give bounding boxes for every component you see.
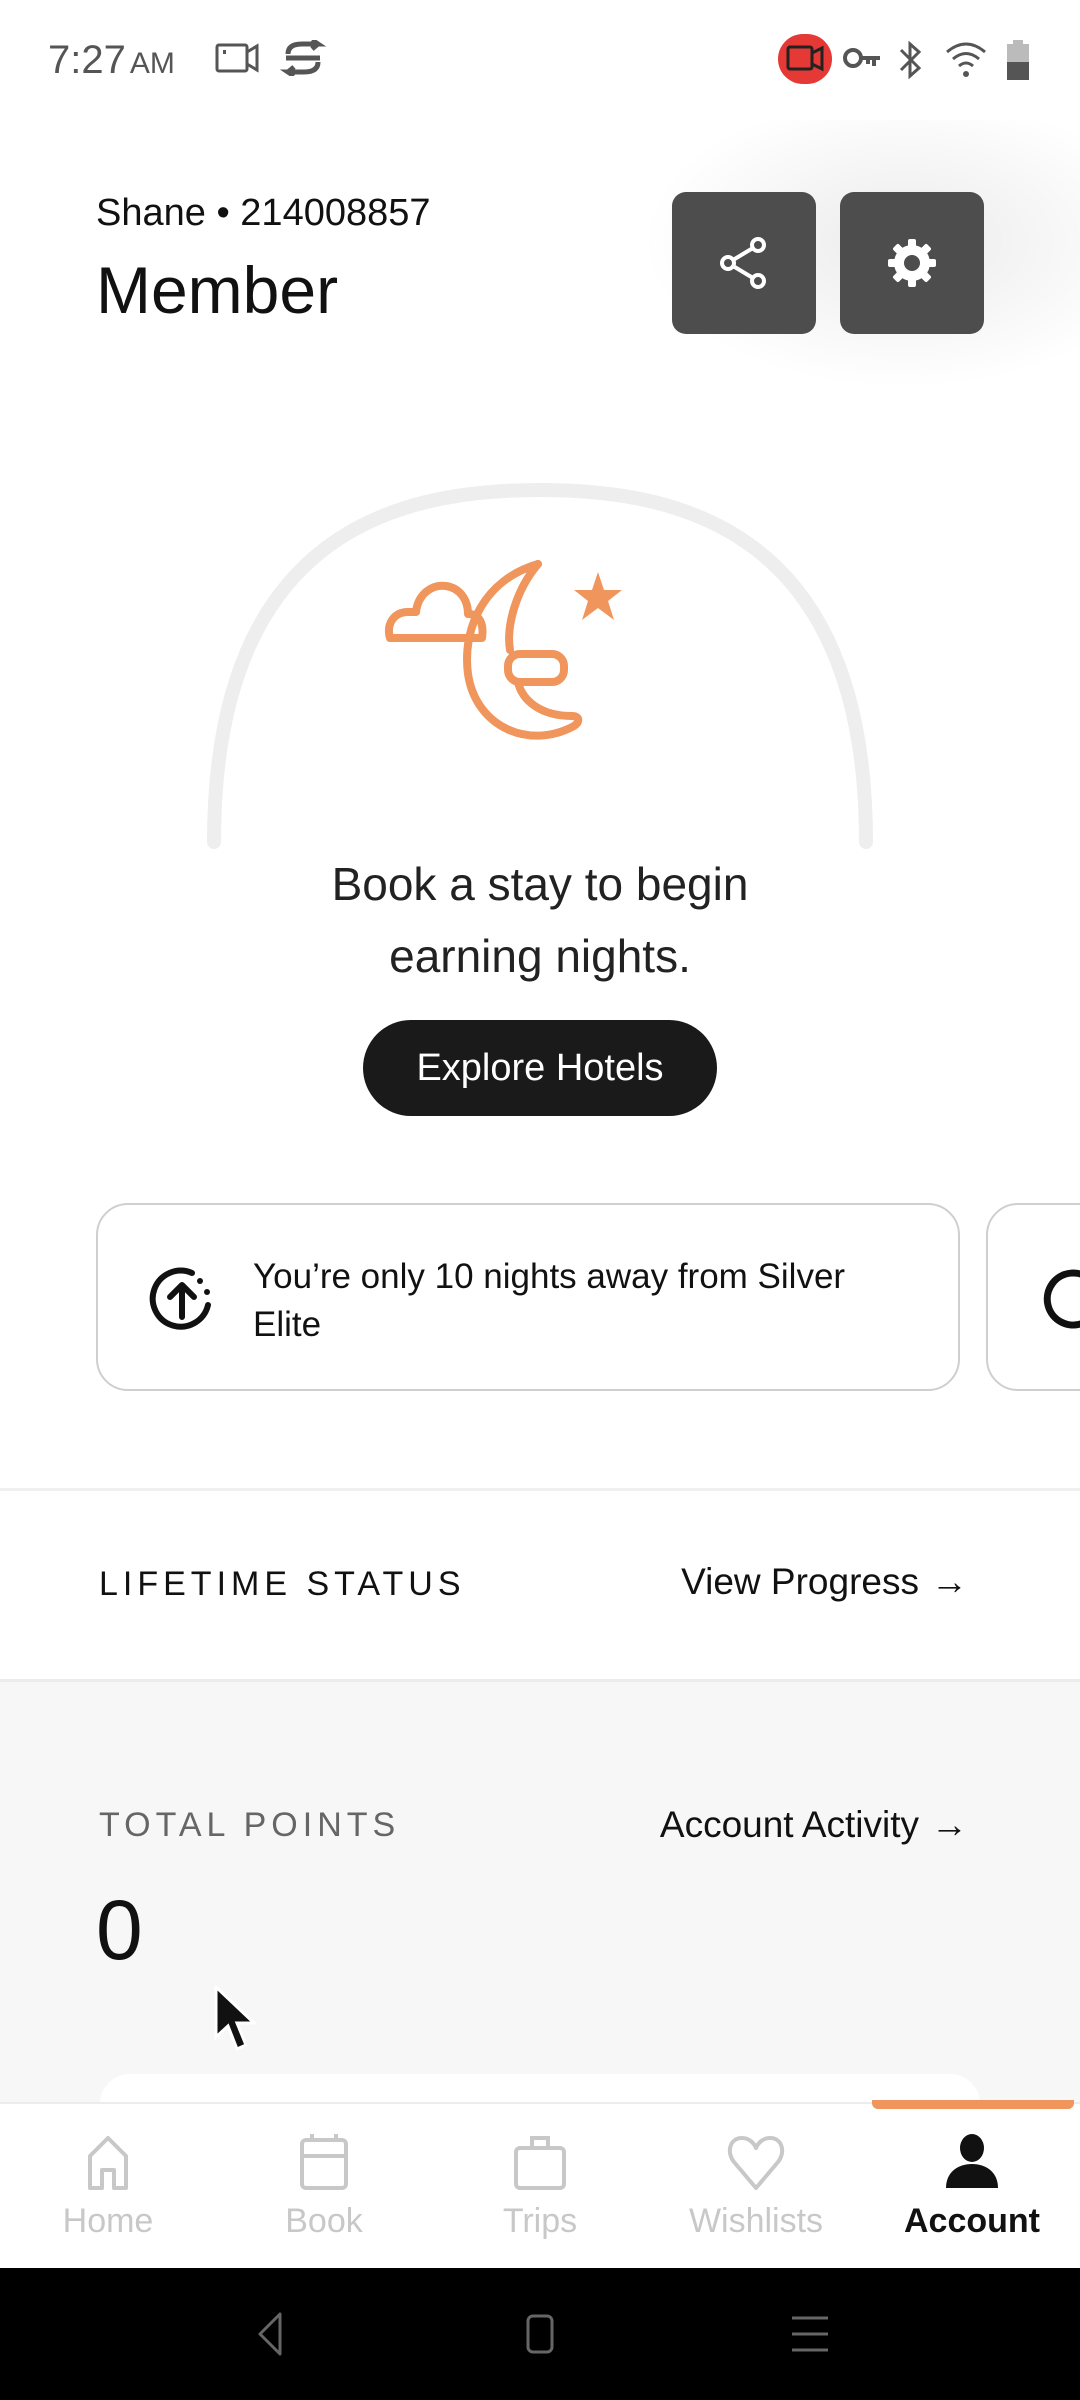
nav-label: Account [904, 2202, 1040, 2240]
progress-message: Book a stay to begin earning nights. [0, 848, 1080, 992]
explore-hotels-button[interactable]: Explore Hotels [363, 1020, 717, 1116]
vpn-key-icon [843, 48, 880, 68]
nav-item-home[interactable]: Home [0, 2104, 216, 2270]
bluetooth-icon [899, 40, 922, 80]
total-points-value: 0 [96, 1883, 143, 1977]
member-tier-title: Member [96, 253, 339, 327]
home-square-icon[interactable] [510, 2308, 570, 2360]
lifetime-status-row: LIFETIME STATUS View Progress → [0, 1491, 1080, 1679]
heart-icon [727, 2136, 785, 2190]
screen-record-indicator [778, 34, 832, 84]
recents-icon[interactable] [780, 2308, 840, 2360]
battery-icon [1007, 40, 1029, 80]
bottom-navigation: Home Book Trips Wishlists Account [0, 2102, 1080, 2268]
view-progress-text: View Progress [681, 1561, 919, 1602]
view-progress-link[interactable]: View Progress → [681, 1561, 968, 1603]
suitcase-icon [514, 2136, 566, 2190]
nav-label: Trips [502, 2202, 578, 2240]
mouse-cursor-icon [214, 1985, 258, 2052]
nav-item-book[interactable]: Book [216, 2104, 432, 2270]
upgrade-arrow-icon [149, 1267, 211, 1330]
arrow-right-icon: → [931, 1561, 968, 1602]
progress-message-line1: Book a stay to begin [331, 858, 749, 910]
lifetime-status-label: LIFETIME STATUS [99, 1565, 466, 1603]
home-icon [88, 2136, 128, 2190]
status-time: 7:27 AM [48, 38, 175, 83]
account-activity-text: Account Activity [659, 1804, 919, 1845]
nav-item-account[interactable]: Account [864, 2104, 1080, 2270]
calendar-icon [300, 2134, 348, 2190]
screen-record-icon [786, 45, 824, 72]
nav-item-trips[interactable]: Trips [432, 2104, 648, 2270]
total-points-label: TOTAL POINTS [99, 1806, 401, 1844]
refresh-icon [1043, 1269, 1080, 1329]
moon-cloud-star-icon [385, 560, 622, 740]
person-icon [946, 2134, 998, 2188]
share-button[interactable] [672, 192, 816, 334]
back-icon[interactable] [240, 2308, 300, 2360]
settings-button[interactable] [840, 192, 984, 334]
active-tab-indicator [872, 2100, 1074, 2109]
total-points-section: TOTAL POINTS Account Activity → 0 [0, 1682, 1080, 2134]
video-camera-icon [215, 43, 259, 73]
gear-icon [888, 239, 936, 287]
share-icon [720, 237, 766, 289]
member-name-number: Shane • 214008857 [96, 192, 431, 234]
system-navigation-bar [0, 2268, 1080, 2400]
sync-icon [280, 40, 326, 76]
tip-text: You’re only 10 nights away from Silver E… [253, 1257, 846, 1344]
account-activity-link[interactable]: Account Activity → [660, 1804, 968, 1846]
tip-card-next[interactable] [986, 1203, 1080, 1391]
nav-label: Book [285, 2202, 363, 2240]
arrow-right-icon: → [931, 1804, 968, 1845]
status-bar: 7:27 AM [0, 0, 1080, 120]
nav-label: Home [62, 2202, 154, 2240]
wifi-icon [946, 42, 986, 77]
progress-message-line2: earning nights. [389, 930, 691, 982]
tip-card[interactable]: You’re only 10 nights away from Silver E… [96, 1203, 960, 1391]
nav-item-wishlists[interactable]: Wishlists [648, 2104, 864, 2270]
ampm-text: AM [129, 47, 175, 80]
nav-label: Wishlists [688, 2202, 824, 2240]
time-text: 7:27 [48, 38, 126, 82]
